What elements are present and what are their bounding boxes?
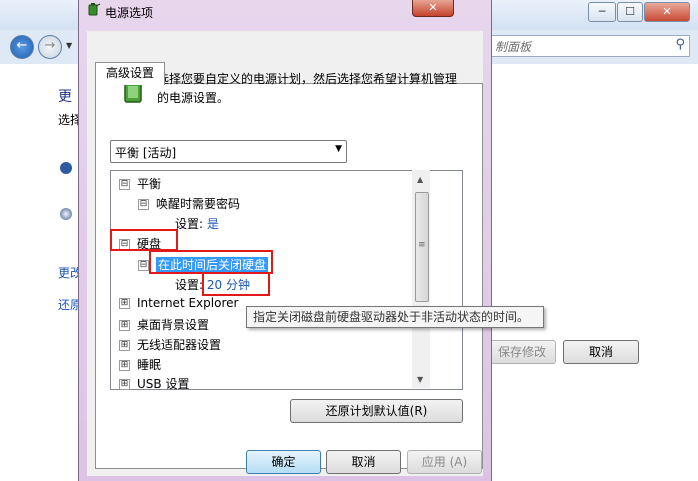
- setting-label: 设置:: [175, 217, 204, 231]
- cancel-button[interactable]: 取消: [326, 450, 401, 474]
- chevron-down-icon: ▼: [335, 144, 342, 154]
- back-button[interactable]: ←: [10, 35, 34, 59]
- expand-icon[interactable]: ⊞: [119, 379, 130, 390]
- setting-label: 设置:: [175, 278, 204, 292]
- page-heading: 更: [58, 89, 72, 105]
- dialog-close-button[interactable]: ✕: [412, 0, 454, 17]
- power-plan-select[interactable]: 平衡 [活动] ▼: [110, 140, 347, 163]
- maximize-button[interactable]: ☐: [617, 2, 643, 22]
- expand-icon[interactable]: ⊞: [119, 360, 130, 371]
- highlight-hard-disk: [110, 229, 178, 251]
- collapse-icon[interactable]: ⊟: [138, 260, 149, 271]
- scroll-down-icon[interactable]: ▼: [417, 375, 423, 384]
- tree-item-label: Internet Explorer: [137, 296, 239, 310]
- search-icon[interactable]: ⚲: [675, 37, 685, 52]
- save-changes-button[interactable]: 保存修改: [488, 340, 556, 364]
- highlight-disk-value: [202, 272, 270, 296]
- tree-item-balanced[interactable]: ⊟ 平衡: [119, 175, 161, 192]
- setting-value[interactable]: 是: [207, 217, 219, 231]
- setting-tooltip: 指定关闭磁盘前硬盘驱动器处于非活动状态的时间。: [246, 306, 544, 328]
- tree-item-label: 桌面背景设置: [137, 318, 210, 332]
- tree-item-label: USB 设置: [137, 377, 190, 391]
- expand-icon[interactable]: ⊞: [119, 340, 130, 351]
- dialog-title: 电源选项: [105, 6, 154, 20]
- tab-advanced-settings[interactable]: 高级设置: [95, 62, 165, 85]
- tree-item-label: 唤醒时需要密码: [156, 197, 241, 211]
- minimize-button[interactable]: ─: [588, 2, 616, 22]
- tree-item-desktop-background[interactable]: ⊞ 桌面背景设置: [119, 316, 209, 333]
- collapse-icon[interactable]: ⊟: [119, 179, 130, 190]
- tree-item-internet-explorer[interactable]: ⊞ Internet Explorer: [119, 296, 238, 310]
- forward-button[interactable]: →: [38, 35, 62, 59]
- tree-item-label: 无线适配器设置: [137, 338, 222, 352]
- apply-button[interactable]: 应用 (A): [407, 450, 482, 474]
- moon-icon: [60, 208, 72, 220]
- tree-item-wake-password[interactable]: ⊟ 唤醒时需要密码: [138, 195, 240, 212]
- search-box[interactable]: 制面板 ⚲: [490, 35, 690, 57]
- tree-item-label: 睡眠: [137, 358, 162, 372]
- intro-text: 选择您要自定义的电源计划，然后选择您希望计算机管理的电源设置。: [157, 72, 458, 105]
- power-options-dialog: 电源选项 ✕ 高级设置 选择您要自定义的电源计划，然后选择您希望计算机管理的电源…: [78, 0, 492, 481]
- search-placeholder: 制面板: [495, 40, 532, 54]
- tree-setting-wake[interactable]: 设置: 是: [175, 215, 219, 232]
- scroll-grip-icon: ≡: [418, 240, 426, 250]
- clock-icon: [60, 162, 72, 174]
- ok-button[interactable]: 确定: [246, 450, 321, 474]
- close-button[interactable]: ✕: [644, 2, 690, 22]
- history-dropdown-icon[interactable]: ▼: [66, 41, 72, 50]
- highlight-turn-off-disk: [149, 250, 273, 274]
- tree-item-wireless-adapter[interactable]: ⊞ 无线适配器设置: [119, 336, 221, 353]
- power-plan-value: 平衡 [活动]: [115, 146, 177, 160]
- background-cancel-button[interactable]: 取消: [563, 340, 639, 364]
- expand-icon[interactable]: ⊞: [119, 298, 130, 309]
- power-options-icon: [88, 3, 101, 16]
- expand-icon[interactable]: ⊞: [119, 320, 130, 331]
- tree-item-label: 平衡: [137, 177, 162, 191]
- tree-item-sleep[interactable]: ⊞ 睡眠: [119, 356, 161, 373]
- restore-plan-defaults-button[interactable]: 还原计划默认值(R): [290, 399, 463, 423]
- tree-item-usb-settings[interactable]: ⊞ USB 设置: [119, 375, 189, 392]
- collapse-icon[interactable]: ⊟: [138, 199, 149, 210]
- scroll-up-icon[interactable]: ▲: [417, 175, 423, 184]
